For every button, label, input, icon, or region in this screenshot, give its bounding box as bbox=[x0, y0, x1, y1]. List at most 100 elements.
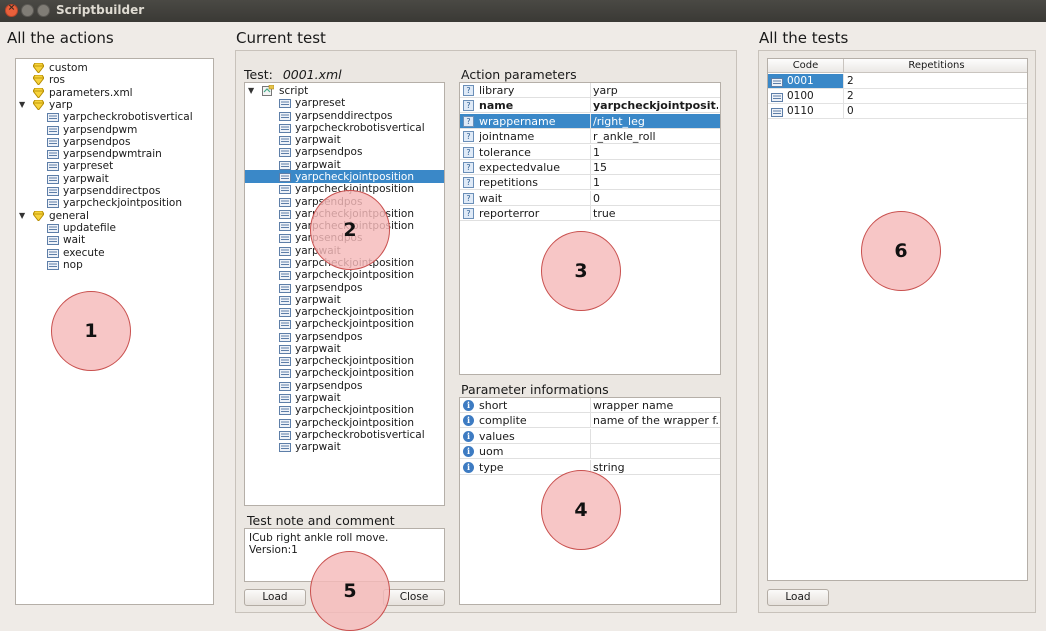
tree-item[interactable]: yarpcheckrobotisvertical bbox=[16, 111, 213, 123]
script-item[interactable]: yarpwait bbox=[245, 392, 444, 404]
script-item[interactable]: yarpcheckjointposition bbox=[245, 269, 444, 281]
tree-item[interactable]: custom bbox=[16, 62, 213, 74]
param-row[interactable]: ? library yarp bbox=[460, 83, 720, 98]
chevron-down-icon[interactable]: ▼ bbox=[248, 85, 257, 97]
script-item[interactable]: yarpreset bbox=[245, 97, 444, 109]
script-item[interactable]: yarpsenddirectpos bbox=[245, 110, 444, 122]
load-test-button[interactable]: Load bbox=[244, 589, 306, 606]
script-item-label: yarpsenddirectpos bbox=[295, 109, 393, 122]
script-item[interactable]: yarpsendpos bbox=[245, 146, 444, 158]
chevron-down-icon[interactable]: ▼ bbox=[19, 210, 28, 222]
tree-item[interactable]: nop bbox=[16, 259, 213, 271]
param-row[interactable]: i short wrapper name bbox=[460, 398, 720, 413]
test-code-cell[interactable]: 0001 bbox=[768, 74, 844, 88]
param-row[interactable]: ? wait 0 bbox=[460, 190, 720, 206]
script-item[interactable]: yarpwait bbox=[245, 294, 444, 306]
tree-item[interactable]: execute bbox=[16, 247, 213, 259]
window-maximize-button[interactable] bbox=[37, 4, 50, 17]
script-tree[interactable]: ▼ script yarpreset yarpsenddirectpos yarpche… bbox=[244, 82, 445, 506]
script-item-label: yarpcheckjointposition bbox=[295, 404, 414, 417]
param-row[interactable]: ? name yarpcheckjointposit... bbox=[460, 98, 720, 114]
tree-item[interactable]: ros bbox=[16, 74, 213, 86]
tree-item-label: yarpsenddirectpos bbox=[63, 185, 161, 197]
script-item[interactable]: yarpcheckjointposition bbox=[245, 306, 444, 318]
info-icon: i bbox=[463, 461, 474, 473]
script-root[interactable]: ▼ script bbox=[245, 84, 444, 97]
tree-item[interactable]: ▼ general bbox=[16, 210, 213, 222]
close-test-button[interactable]: Close bbox=[383, 589, 445, 606]
script-item-icon bbox=[279, 295, 291, 305]
doc-icon bbox=[47, 137, 59, 147]
script-item-icon bbox=[279, 234, 291, 244]
script-item-label: yarpsendpos bbox=[295, 281, 363, 294]
note-title: Test note and comment bbox=[247, 513, 395, 528]
param-row[interactable]: ? expectedvalue 15 bbox=[460, 160, 720, 175]
tree-item[interactable]: updatefile bbox=[16, 222, 213, 234]
script-item-icon bbox=[279, 111, 291, 121]
script-item[interactable]: yarpsendpos bbox=[245, 380, 444, 392]
script-item[interactable]: yarpcheckjointposition bbox=[245, 171, 444, 183]
tree-item[interactable]: wait bbox=[16, 234, 213, 246]
test-row[interactable]: 0100 2 bbox=[768, 89, 1027, 105]
param-row[interactable]: ? reporterror true bbox=[460, 206, 720, 222]
tree-item[interactable]: yarpsendpos bbox=[16, 136, 213, 148]
script-item-icon bbox=[279, 185, 291, 195]
tree-item[interactable]: yarpsenddirectpos bbox=[16, 185, 213, 197]
tree-item[interactable]: yarpsendpwm bbox=[16, 124, 213, 136]
tree-item[interactable]: parameters.xml bbox=[16, 87, 213, 99]
script-item[interactable]: yarpcheckjointposition bbox=[245, 367, 444, 379]
param-value: yarp bbox=[593, 84, 618, 97]
window-minimize-button[interactable] bbox=[21, 4, 34, 17]
script-item[interactable]: yarpcheckjointposition bbox=[245, 318, 444, 330]
script-item[interactable]: yarpsendpos bbox=[245, 282, 444, 294]
doc-icon bbox=[47, 248, 59, 258]
script-item-label: yarpwait bbox=[295, 392, 341, 405]
script-item[interactable]: yarpcheckjointposition bbox=[245, 355, 444, 367]
tree-item[interactable]: ▼ yarp bbox=[16, 99, 213, 111]
param-row[interactable]: ? tolerance 1 bbox=[460, 144, 720, 160]
script-item-icon bbox=[279, 418, 291, 428]
script-item[interactable]: yarpwait bbox=[245, 343, 444, 355]
param-row[interactable]: i values bbox=[460, 428, 720, 444]
doc-icon bbox=[47, 187, 59, 196]
action-parameters-table[interactable]: ? library yarp? name yarpcheckjointposit...?… bbox=[459, 82, 721, 375]
doc-icon bbox=[47, 260, 59, 270]
test-row[interactable]: 0110 0 bbox=[768, 104, 1027, 120]
script-item[interactable]: yarpcheckjointposition bbox=[245, 404, 444, 416]
param-row[interactable]: ? repetitions 1 bbox=[460, 175, 720, 191]
tree-item-label: yarpsendpwm bbox=[63, 123, 138, 136]
tree-item[interactable]: yarpcheckjointposition bbox=[16, 197, 213, 209]
test-row[interactable]: 0001 2 bbox=[768, 74, 1027, 89]
script-item[interactable]: yarpwait bbox=[245, 134, 444, 146]
param-row[interactable]: i uom bbox=[460, 444, 720, 460]
tests-table[interactable]: Code Repetitions 0001 2 0100 2 0110 0 bbox=[767, 58, 1028, 581]
script-item[interactable]: yarpwait bbox=[245, 159, 444, 171]
script-item[interactable]: yarpcheckrobotisvertical bbox=[245, 429, 444, 441]
script-item[interactable]: yarpwait bbox=[245, 441, 444, 453]
test-icon bbox=[771, 92, 783, 103]
tree-item-label: yarpcheckrobotisvertical bbox=[63, 111, 193, 124]
test-repetitions: 2 bbox=[847, 75, 854, 87]
param-row[interactable]: ? wrappername/right_leg bbox=[460, 113, 720, 129]
test-code-cell[interactable]: 0100 bbox=[768, 89, 844, 104]
tree-item[interactable]: yarpreset bbox=[16, 160, 213, 172]
test-code-cell[interactable]: 0110 bbox=[768, 104, 844, 119]
script-item[interactable]: yarpcheckjointposition bbox=[245, 417, 444, 429]
chevron-down-icon[interactable]: ▼ bbox=[19, 99, 28, 111]
test-repetitions: 2 bbox=[847, 90, 854, 103]
script-item[interactable]: yarpsendpos bbox=[245, 331, 444, 343]
param-value: 1 bbox=[593, 176, 600, 190]
tests-column-header[interactable]: Repetitions bbox=[844, 59, 1027, 73]
tree-item-label: wait bbox=[63, 234, 86, 247]
param-value: 1 bbox=[593, 145, 600, 159]
script-item-icon bbox=[279, 123, 291, 133]
param-row[interactable]: ? jointname r_ankle_roll bbox=[460, 129, 720, 145]
window-close-button[interactable]: × bbox=[5, 3, 18, 17]
load-tests-button[interactable]: Load bbox=[767, 589, 829, 606]
tree-item[interactable]: yarpsendpwmtrain bbox=[16, 148, 213, 160]
param-row[interactable]: i complite name of the wrapper f... bbox=[460, 413, 720, 429]
doc-icon bbox=[47, 236, 59, 246]
script-item[interactable]: yarpcheckrobotisvertical bbox=[245, 122, 444, 134]
tests-column-header[interactable]: Code bbox=[768, 59, 844, 73]
tree-item[interactable]: yarpwait bbox=[16, 173, 213, 185]
